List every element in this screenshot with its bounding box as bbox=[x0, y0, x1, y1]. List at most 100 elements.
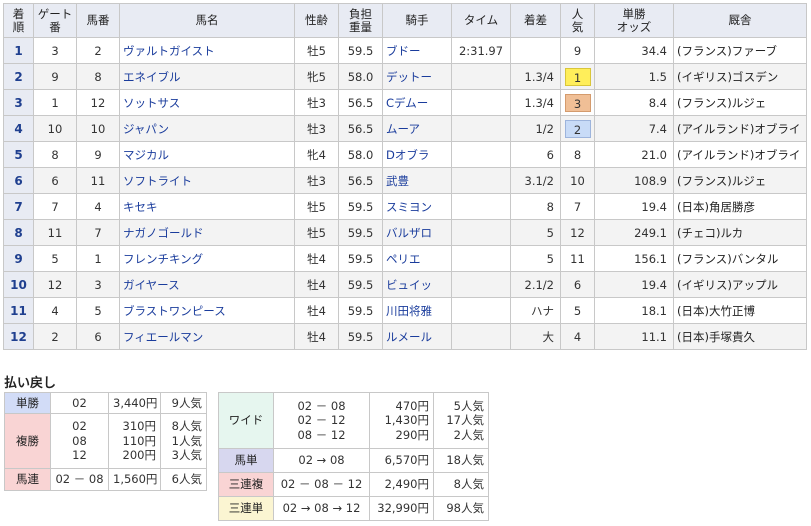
gate-cell: 11 bbox=[33, 219, 77, 246]
trainer-cell: (イギリス)アップル bbox=[673, 271, 807, 298]
payout-combos: 02 － 08 02 － 12 08 － 12 bbox=[273, 392, 370, 449]
odds-cell: 19.4 bbox=[594, 271, 674, 298]
gate-cell: 3 bbox=[33, 37, 77, 64]
payout-pop: 18人気 bbox=[433, 448, 489, 473]
horse-name-link[interactable]: フィエールマン bbox=[119, 323, 295, 350]
jockey-link[interactable]: ルメール bbox=[382, 323, 452, 350]
gate-cell: 12 bbox=[33, 271, 77, 298]
jockey-link[interactable]: ビュイッ bbox=[382, 271, 452, 298]
gate-cell: 5 bbox=[33, 245, 77, 272]
payout-pop: 8人気 bbox=[433, 472, 489, 497]
weight-cell: 59.5 bbox=[338, 193, 383, 220]
number-cell: 7 bbox=[76, 219, 120, 246]
payout-label-umatan: 馬単 bbox=[218, 448, 274, 473]
horse-name-link[interactable]: ガイヤース bbox=[119, 271, 295, 298]
weight-cell: 59.5 bbox=[338, 297, 383, 324]
popularity-cell: 11 bbox=[560, 245, 595, 272]
gate-cell: 6 bbox=[33, 167, 77, 194]
payout-pop: 6人気 bbox=[160, 468, 207, 491]
trainer-cell: (アイルランド)オブライ bbox=[673, 115, 807, 142]
margin-cell: 1/2 bbox=[510, 115, 561, 142]
horse-name-link[interactable]: キセキ bbox=[119, 193, 295, 220]
horse-name-link[interactable]: マジカル bbox=[119, 141, 295, 168]
payout-combo: 02 → 08 → 12 bbox=[273, 496, 370, 521]
horse-name-link[interactable]: ナガノゴールド bbox=[119, 219, 295, 246]
horse-name-link[interactable]: フレンチキング bbox=[119, 245, 295, 272]
popularity-cell: 4 bbox=[560, 323, 595, 350]
rank-cell: 11 bbox=[3, 297, 34, 324]
time-cell bbox=[451, 297, 511, 324]
payout-pops: 5人気 17人気 2人気 bbox=[433, 392, 489, 449]
odds-cell: 156.1 bbox=[594, 245, 674, 272]
header-time: タイム bbox=[451, 3, 511, 38]
jockey-link[interactable]: バルザロ bbox=[382, 219, 452, 246]
gate-cell: 4 bbox=[33, 297, 77, 324]
popularity-badge: 1 bbox=[564, 67, 591, 86]
payout-row-umaren: 馬連 02 － 08 1,560円 6人気 bbox=[4, 468, 207, 491]
sexage-cell: 牡4 bbox=[294, 245, 339, 272]
gate-cell: 8 bbox=[33, 141, 77, 168]
jockey-link[interactable]: ブドー bbox=[382, 37, 452, 64]
time-cell bbox=[451, 219, 511, 246]
rank-cell: 12 bbox=[3, 323, 34, 350]
trainer-cell: (フランス)ファーブ bbox=[673, 37, 807, 64]
jockey-link[interactable]: Cデムー bbox=[382, 89, 452, 116]
jockey-link[interactable]: ムーア bbox=[382, 115, 452, 142]
payout-row-wide: ワイド 02 － 08 02 － 12 08 － 12 470円 1,430円 290円… bbox=[218, 392, 489, 449]
number-cell: 11 bbox=[76, 167, 120, 194]
sexage-cell: 牡4 bbox=[294, 323, 339, 350]
trainer-cell: (フランス)ルジェ bbox=[673, 167, 807, 194]
header-jockey: 騎手 bbox=[382, 3, 452, 38]
result-row: 7 7 4 キセキ 牡5 59.5 スミヨン 8 7 19.4 (日本)角居勝彦 bbox=[3, 193, 807, 220]
payout-amount: 6,570円 bbox=[369, 448, 434, 473]
number-cell: 3 bbox=[76, 271, 120, 298]
odds-cell: 8.4 bbox=[594, 89, 674, 116]
trainer-cell: (アイルランド)オブライ bbox=[673, 141, 807, 168]
sexage-cell: 牡3 bbox=[294, 89, 339, 116]
jockey-link[interactable]: 川田将雅 bbox=[382, 297, 452, 324]
sexage-cell: 牡4 bbox=[294, 271, 339, 298]
rank-cell: 9 bbox=[3, 245, 34, 272]
result-row: 10 12 3 ガイヤース 牡4 59.5 ビュイッ 2.1/2 6 19.4 (イギリス)アップル bbox=[3, 271, 807, 298]
payout-amount: 1,560円 bbox=[108, 468, 161, 491]
weight-cell: 59.5 bbox=[338, 245, 383, 272]
horse-name-link[interactable]: ブラストワンピース bbox=[119, 297, 295, 324]
header-popularity: 人気 bbox=[560, 3, 595, 38]
result-row: 6 6 11 ソフトライト 牡3 56.5 武豊 3.1/2 10 108.9 (フランス)ルジェ bbox=[3, 167, 807, 194]
horse-name-link[interactable]: ジャパン bbox=[119, 115, 295, 142]
jockey-link[interactable]: スミヨン bbox=[382, 193, 452, 220]
odds-cell: 249.1 bbox=[594, 219, 674, 246]
rank-cell: 5 bbox=[3, 141, 34, 168]
weight-cell: 59.5 bbox=[338, 323, 383, 350]
jockey-link[interactable]: Dオブラ bbox=[382, 141, 452, 168]
popularity-cell: 5 bbox=[560, 297, 595, 324]
gate-cell: 9 bbox=[33, 63, 77, 90]
margin-cell: 大 bbox=[510, 323, 561, 350]
rank-cell: 1 bbox=[3, 37, 34, 64]
gate-cell: 10 bbox=[33, 115, 77, 142]
payout-combo: 02 bbox=[50, 392, 109, 414]
payout-amount: 32,990円 bbox=[369, 496, 434, 521]
time-cell bbox=[451, 245, 511, 272]
header-number: 馬番 bbox=[76, 3, 120, 38]
payout-row-tansho: 単勝 02 3,440円 9人気 bbox=[4, 392, 207, 414]
number-cell: 5 bbox=[76, 297, 120, 324]
jockey-link[interactable]: 武豊 bbox=[382, 167, 452, 194]
payout-row-sanrentan: 三連単 02 → 08 → 12 32,990円 98人気 bbox=[218, 496, 489, 521]
trainer-cell: (フランス)バンタル bbox=[673, 245, 807, 272]
horse-name-link[interactable]: ソフトライト bbox=[119, 167, 295, 194]
payout-amounts: 470円 1,430円 290円 bbox=[369, 392, 434, 449]
header-gate: ゲート番 bbox=[33, 3, 77, 38]
rank-cell: 10 bbox=[3, 271, 34, 298]
weight-cell: 59.5 bbox=[338, 37, 383, 64]
race-results-table: 着順 ゲート番 馬番 馬名 性齢 負担 重量 騎手 タイム 着差 人気 単勝 オッズ… bbox=[3, 3, 807, 350]
horse-name-link[interactable]: ヴァルトガイスト bbox=[119, 37, 295, 64]
result-row: 11 4 5 ブラストワンピース 牡4 59.5 川田将雅 ハナ 5 18.1 (日本)大竹正博 bbox=[3, 297, 807, 324]
jockey-link[interactable]: デットー bbox=[382, 63, 452, 90]
gate-cell: 2 bbox=[33, 323, 77, 350]
horse-name-link[interactable]: エネイブル bbox=[119, 63, 295, 90]
payout-pop: 9人気 bbox=[160, 392, 207, 414]
horse-name-link[interactable]: ソットサス bbox=[119, 89, 295, 116]
result-row: 3 1 12 ソットサス 牡3 56.5 Cデムー 1.3/4 3 8.4 (フランス)ルジェ bbox=[3, 89, 807, 116]
jockey-link[interactable]: ペリエ bbox=[382, 245, 452, 272]
